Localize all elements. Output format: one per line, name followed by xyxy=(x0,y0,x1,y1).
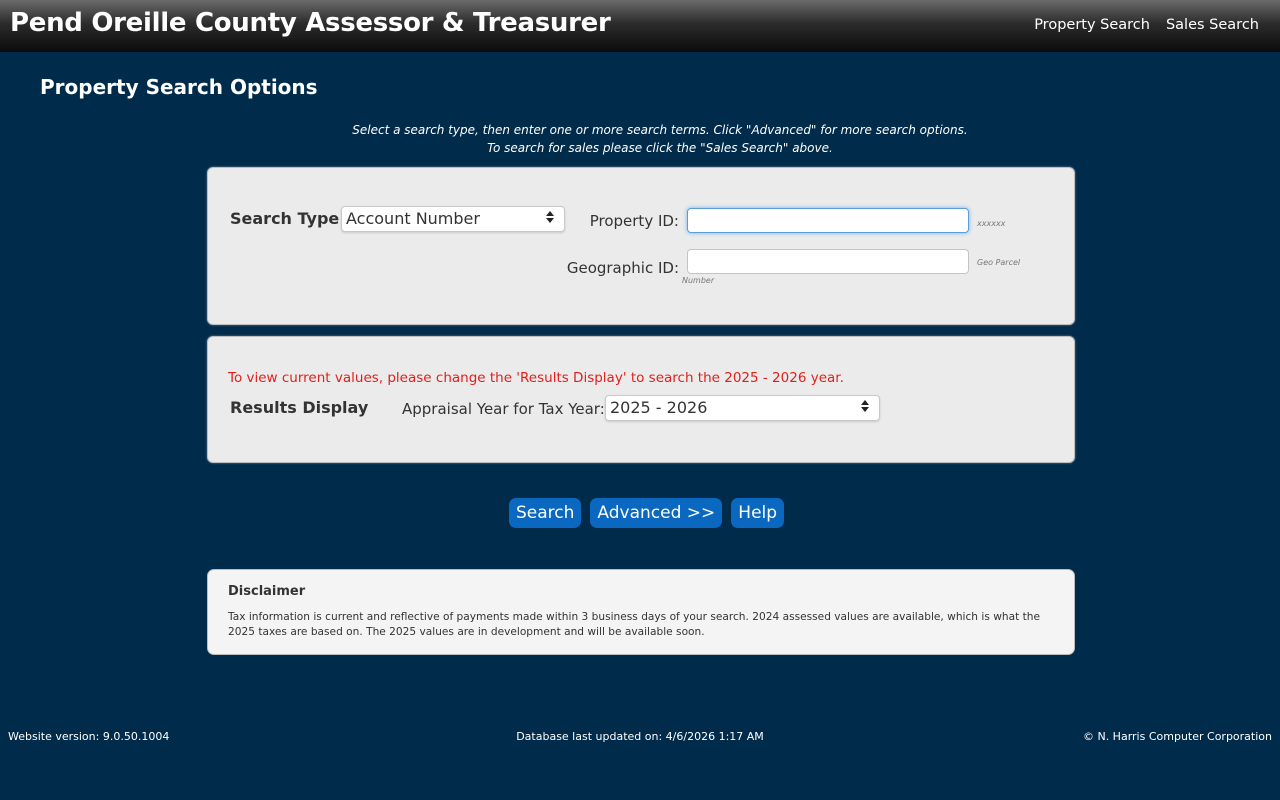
instructions-line-2: To search for sales please click the "Sa… xyxy=(487,141,833,155)
current-values-notice: To view current values, please change th… xyxy=(228,370,844,386)
instructions-line-1: Select a search type, then enter one or … xyxy=(352,123,968,137)
geographic-id-hint-2: Number xyxy=(682,276,715,285)
appraisal-year-value: 2025 - 2026 xyxy=(610,398,708,417)
disclaimer-text: Tax information is current and reflectiv… xyxy=(228,611,1040,638)
property-id-hint: xxxxxx xyxy=(977,219,1006,228)
search-panel: Search Type: Account Number Property ID:… xyxy=(207,167,1075,325)
sort-arrows-icon xyxy=(860,399,870,417)
geographic-id-label: Geographic ID: xyxy=(566,259,679,277)
results-display-panel: To view current values, please change th… xyxy=(207,336,1075,463)
top-nav: Property Search Sales Search xyxy=(1034,17,1259,33)
property-id-label: Property ID: xyxy=(589,212,679,230)
nav-sales-search-link[interactable]: Sales Search xyxy=(1166,17,1259,33)
results-display-label: Results Display xyxy=(230,398,369,417)
appraisal-year-label: Appraisal Year for Tax Year: xyxy=(402,400,605,418)
appraisal-year-select[interactable]: 2025 - 2026 xyxy=(605,395,880,421)
search-type-select[interactable]: Account Number xyxy=(341,206,565,232)
copyright: © N. Harris Computer Corporation xyxy=(1082,730,1272,743)
disclaimer-title: Disclaimer xyxy=(228,584,306,599)
search-type-value: Account Number xyxy=(346,209,480,228)
site-title: Pend Oreille County Assessor & Treasurer xyxy=(10,8,611,38)
nav-property-search-link[interactable]: Property Search xyxy=(1034,17,1150,33)
advanced-button[interactable]: Advanced >> xyxy=(590,498,723,528)
top-bar: Pend Oreille County Assessor & Treasurer… xyxy=(0,0,1280,52)
geographic-id-input[interactable] xyxy=(687,249,969,274)
disclaimer-panel: Disclaimer Tax information is current an… xyxy=(207,569,1075,655)
page-title: Property Search Options xyxy=(40,75,318,99)
search-type-label: Search Type: xyxy=(230,209,346,228)
geographic-id-hint: Geo Parcel xyxy=(977,258,1021,267)
search-button[interactable]: Search xyxy=(509,498,582,528)
help-button[interactable]: Help xyxy=(731,498,785,528)
instructions: Select a search type, then enter one or … xyxy=(0,121,1280,157)
action-buttons: Search Advanced >> Help xyxy=(509,498,785,528)
property-id-input[interactable] xyxy=(687,208,969,233)
sort-arrows-icon xyxy=(545,210,555,228)
